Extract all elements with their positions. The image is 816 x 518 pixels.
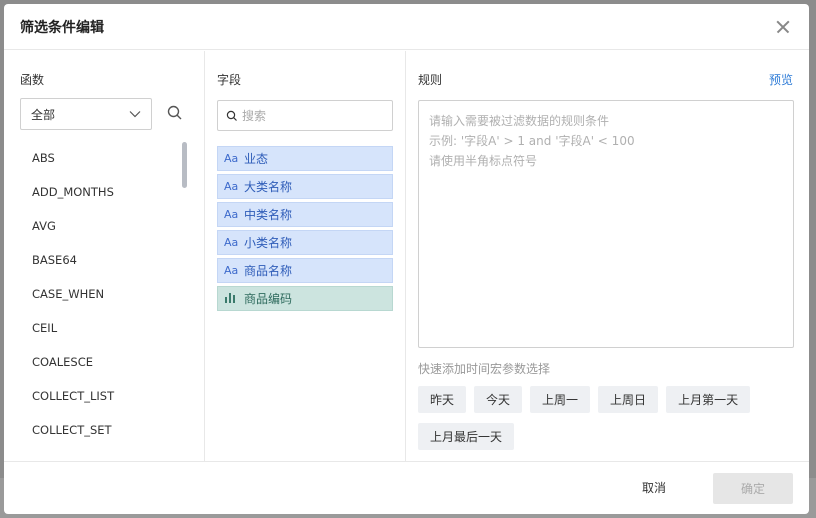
function-item[interactable]: COLLECT_LIST — [4, 379, 189, 413]
text-type-icon: Aa — [224, 264, 239, 277]
function-item[interactable]: ABS — [4, 141, 189, 175]
field-item[interactable]: Aa 业态 — [217, 146, 393, 171]
preview-link[interactable]: 预览 — [769, 71, 793, 88]
function-item[interactable]: CEIL — [4, 311, 189, 345]
search-icon[interactable] — [165, 103, 185, 123]
function-item[interactable]: BASE64 — [4, 243, 189, 277]
search-icon — [226, 110, 237, 121]
rule-label: 规则 — [418, 73, 443, 87]
macro-button[interactable]: 上月最后一天 — [418, 423, 515, 450]
field-name: 中类名称 — [244, 208, 293, 222]
rule-panel: 规则 预览 请输入需要被过滤数据的规则条件示例: '字段A' > 1 and '… — [406, 51, 809, 461]
function-item[interactable]: CASE_WHEN — [4, 277, 189, 311]
field-item[interactable]: Aa 商品名称 — [217, 258, 393, 283]
field-item[interactable]: Aa 小类名称 — [217, 230, 393, 255]
text-type-icon: Aa — [224, 208, 239, 221]
field-name: 大类名称 — [244, 180, 293, 194]
bar-chart-icon — [224, 292, 238, 306]
functions-label: 函数 — [20, 73, 45, 87]
functions-panel: 函数 全部 ABS ADD_MONTHS AVG BASE64 CASE_WHEN CEI… — [4, 51, 205, 461]
field-name: 商品编码 — [244, 292, 293, 306]
function-category-select[interactable]: 全部 — [20, 98, 152, 130]
macro-button[interactable]: 上月第一天 — [666, 386, 751, 413]
function-item[interactable]: COLLECT_SET — [4, 413, 189, 447]
function-item[interactable]: ADD_MONTHS — [4, 175, 189, 209]
field-item[interactable]: Aa 大类名称 — [217, 174, 393, 199]
macro-button[interactable]: 今天 — [474, 386, 523, 413]
field-name: 小类名称 — [244, 236, 293, 250]
function-category-value: 全部 — [31, 107, 56, 122]
dialog-footer: 取消 确定 — [4, 461, 809, 514]
function-list-scrollbar[interactable] — [182, 142, 187, 188]
rule-placeholder-line: 请使用半角标点符号 — [429, 154, 538, 168]
dialog-body: 函数 全部 ABS ADD_MONTHS AVG BASE64 CASE_WHEN CEI… — [4, 51, 809, 461]
rule-placeholder-line: 示例: '字段A' > 1 and '字段A' < 100 — [429, 134, 635, 148]
field-item[interactable]: 商品编码 — [217, 286, 393, 311]
fields-label: 字段 — [217, 73, 242, 87]
confirm-button[interactable]: 确定 — [713, 473, 793, 504]
dialog-header: 筛选条件编辑 — [4, 4, 809, 50]
cancel-button[interactable]: 取消 — [642, 479, 666, 496]
close-icon[interactable] — [773, 17, 793, 37]
filter-edit-dialog: 筛选条件编辑 函数 全部 ABS ADD_MONTHS AVG BASE64 CASE_… — [4, 4, 809, 514]
macro-button[interactable]: 上周日 — [598, 386, 659, 413]
field-search-input[interactable]: 搜索 — [217, 100, 393, 131]
field-list: Aa 业态 Aa 大类名称 Aa 中类名称 Aa 小类名称 Aa 商品名称商品编码 — [217, 146, 393, 314]
function-item[interactable]: AVG — [4, 209, 189, 243]
text-type-icon: Aa — [224, 236, 239, 249]
field-search-placeholder: 搜索 — [242, 109, 267, 123]
text-type-icon: Aa — [224, 180, 239, 193]
dialog-title: 筛选条件编辑 — [20, 19, 104, 36]
chevron-down-icon — [129, 111, 141, 118]
function-list: ABS ADD_MONTHS AVG BASE64 CASE_WHEN CEIL COALE… — [4, 141, 189, 461]
macro-button-group: 昨天 今天 上周一 上周日 上月第一天上月最后一天 — [418, 386, 778, 450]
macro-button[interactable]: 上周一 — [530, 386, 591, 413]
field-name: 商品名称 — [244, 264, 293, 278]
rule-placeholder-line: 请输入需要被过滤数据的规则条件 — [429, 114, 610, 128]
macro-label: 快速添加时间宏参数选择 — [418, 362, 551, 376]
fields-panel: 字段 搜索 Aa 业态 Aa 大类名称 Aa 中类名称 Aa 小类名称 Aa 商品名称商品编码 — [205, 51, 406, 461]
rule-textarea[interactable]: 请输入需要被过滤数据的规则条件示例: '字段A' > 1 and '字段A' <… — [418, 100, 794, 348]
macro-button[interactable]: 昨天 — [418, 386, 467, 413]
function-item[interactable]: COALESCE — [4, 345, 189, 379]
field-item[interactable]: Aa 中类名称 — [217, 202, 393, 227]
text-type-icon: Aa — [224, 152, 239, 165]
field-name: 业态 — [244, 152, 269, 166]
